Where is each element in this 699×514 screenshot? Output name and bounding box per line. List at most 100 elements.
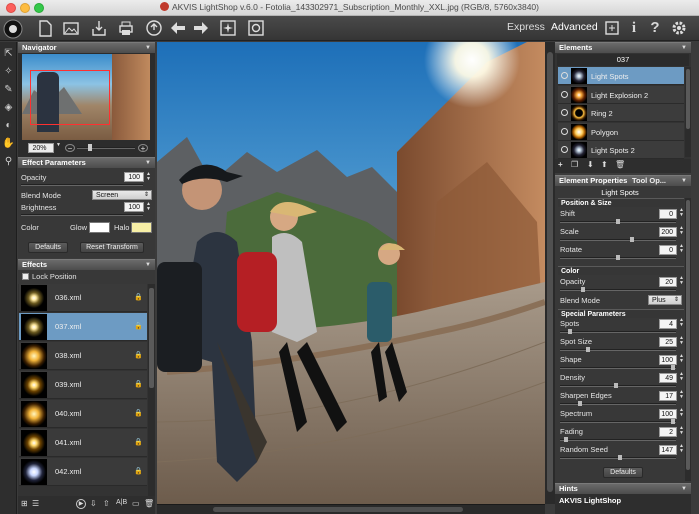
export-preset-icon[interactable]: ⇧ xyxy=(103,499,110,508)
effects-header[interactable]: Effects ▼ xyxy=(18,259,155,270)
duplicate-element-icon[interactable]: ❐ xyxy=(571,160,578,169)
element-opacity-stepper[interactable]: ▲ ▼ xyxy=(678,276,685,286)
import-preset-icon[interactable]: ⇩ xyxy=(90,499,97,508)
effects-scroll-thumb[interactable] xyxy=(149,288,154,388)
element-item[interactable]: Polygon xyxy=(558,122,684,141)
random-seed-input[interactable]: 147 xyxy=(659,445,677,455)
element-tool-icon[interactable]: ✧ xyxy=(2,65,15,78)
visibility-toggle-icon[interactable] xyxy=(561,109,568,116)
canvas-vscroll-thumb[interactable] xyxy=(547,52,553,492)
canvas-horizontal-scrollbar[interactable] xyxy=(157,504,545,514)
move-down-icon[interactable]: ⬇ xyxy=(587,160,594,169)
spots-input[interactable]: 4 xyxy=(659,319,677,329)
fading-slider[interactable] xyxy=(560,439,676,441)
spectrum-stepper[interactable]: ▲ ▼ xyxy=(678,408,685,418)
tab-element-properties[interactable]: Element Properties xyxy=(559,176,627,186)
advanced-mode-tab[interactable]: Advanced xyxy=(551,21,598,33)
fading-input[interactable]: 2 xyxy=(659,427,677,437)
scale-stepper[interactable]: ▲ ▼ xyxy=(678,226,685,236)
eraser-tool-icon[interactable]: ◈ xyxy=(2,101,15,114)
scale-slider[interactable] xyxy=(560,239,676,241)
density-stepper[interactable]: ▲ ▼ xyxy=(678,372,685,382)
print-icon[interactable] xyxy=(117,19,135,37)
random-seed-slider-knob[interactable] xyxy=(618,455,622,460)
zoom-out-icon[interactable]: − xyxy=(65,144,75,153)
sharpen-edges-stepper[interactable]: ▲ ▼ xyxy=(678,390,685,400)
effect-preset-item[interactable]: 037.xml 🔒 xyxy=(19,313,147,341)
spectrum-slider-knob[interactable] xyxy=(671,419,675,424)
shape-slider[interactable] xyxy=(560,367,676,369)
element-item[interactable]: Light Explosion 2 xyxy=(558,85,684,104)
opacity-input[interactable]: 100 xyxy=(124,172,144,182)
reset-transform-button[interactable]: Reset Transform xyxy=(80,242,144,253)
elements-scroll-thumb[interactable] xyxy=(686,69,690,129)
settings-gear-icon[interactable] xyxy=(670,19,688,37)
spot-size-slider[interactable] xyxy=(560,349,676,351)
lock-position-checkbox[interactable] xyxy=(22,273,29,280)
list-view-icon[interactable]: ☰ xyxy=(32,499,39,508)
halo-color-swatch[interactable] xyxy=(131,222,152,233)
brightness-input[interactable]: 100 xyxy=(124,202,144,212)
effect-preset-item[interactable]: 039.xml 🔒 xyxy=(19,371,147,399)
effect-preset-item[interactable]: 036.xml 🔒 xyxy=(19,284,147,312)
density-input[interactable]: 49 xyxy=(659,373,677,383)
shift-stepper[interactable]: ▲ ▼ xyxy=(678,208,685,218)
density-slider-knob[interactable] xyxy=(614,383,618,388)
zoom-tool-icon[interactable]: ⚲ xyxy=(2,155,15,168)
collapse-icon[interactable]: ▼ xyxy=(145,158,151,168)
save-icon[interactable] xyxy=(90,19,108,37)
visibility-toggle-icon[interactable] xyxy=(561,146,568,153)
preferences-icon[interactable] xyxy=(603,19,621,37)
move-tool-icon[interactable]: ⇱ xyxy=(2,47,15,60)
blend-mode-select[interactable]: Screen ⇕ xyxy=(92,190,152,200)
spot-size-stepper[interactable]: ▲ ▼ xyxy=(678,336,685,346)
element-opacity-slider[interactable] xyxy=(560,289,676,291)
sharpen-edges-slider-knob[interactable] xyxy=(578,401,582,406)
effect-preset-item[interactable]: 038.xml 🔒 xyxy=(19,342,147,370)
rotate-slider-knob[interactable] xyxy=(616,255,620,260)
glow-color-swatch[interactable] xyxy=(89,222,110,233)
collapse-icon[interactable]: ▼ xyxy=(145,43,151,53)
element-defaults-button[interactable]: Defaults xyxy=(603,467,643,478)
navigator-view-rect[interactable] xyxy=(30,70,110,125)
collapse-icon[interactable]: ▼ xyxy=(681,484,687,494)
new-file-icon[interactable] xyxy=(36,19,54,37)
zoom-slider-knob[interactable] xyxy=(88,144,92,151)
sharpen-edges-input[interactable]: 17 xyxy=(659,391,677,401)
navigator-header[interactable]: Navigator ▼ xyxy=(18,42,155,53)
run-effect-icon[interactable] xyxy=(219,19,237,37)
density-slider[interactable] xyxy=(560,385,676,387)
effect-preset-item[interactable]: 041.xml 🔒 xyxy=(19,429,147,457)
spectrum-slider[interactable] xyxy=(560,421,676,423)
visibility-toggle-icon[interactable] xyxy=(561,90,568,98)
brightness-slider[interactable] xyxy=(21,214,143,216)
opacity-stepper[interactable]: ▲ ▼ xyxy=(145,172,152,182)
defaults-button[interactable]: Defaults xyxy=(28,242,68,253)
brush-tool-icon[interactable]: ✎ xyxy=(2,83,15,96)
redo-icon[interactable] xyxy=(192,19,210,37)
element-item[interactable]: Ring 2 xyxy=(558,104,684,122)
shape-stepper[interactable]: ▲ ▼ xyxy=(678,354,685,364)
zoom-slider[interactable] xyxy=(77,147,135,149)
visibility-toggle-icon[interactable] xyxy=(561,127,568,135)
play-preset-icon[interactable]: ▶ xyxy=(76,499,86,509)
canvas-hscroll-thumb[interactable] xyxy=(213,507,463,512)
effect-preset-item[interactable]: 040.xml 🔒 xyxy=(19,400,147,428)
brightness-stepper[interactable]: ▲ ▼ xyxy=(145,202,152,212)
scale-input[interactable]: 200 xyxy=(659,227,677,237)
shape-slider-knob[interactable] xyxy=(671,365,675,370)
collapse-icon[interactable]: ▼ xyxy=(145,260,151,270)
effect-parameters-header[interactable]: Effect Parameters ▼ xyxy=(18,157,155,168)
collapse-icon[interactable]: ▼ xyxy=(681,176,687,186)
hand-tool-icon[interactable]: ✋ xyxy=(2,137,15,150)
element-item[interactable]: Light Spots 2 xyxy=(558,141,684,159)
open-image-icon[interactable] xyxy=(62,19,80,37)
image-canvas[interactable] xyxy=(157,42,545,504)
element-blend-select[interactable]: Plus ⇕ xyxy=(648,295,682,305)
visibility-toggle-icon[interactable] xyxy=(561,72,568,79)
zoom-dropdown-icon[interactable]: ▼ xyxy=(55,143,62,153)
spots-slider[interactable] xyxy=(560,331,676,333)
new-preset-icon[interactable]: ▭ xyxy=(132,499,140,508)
elements-scrollbar[interactable] xyxy=(685,67,691,157)
effects-scrollbar[interactable] xyxy=(148,284,155,496)
